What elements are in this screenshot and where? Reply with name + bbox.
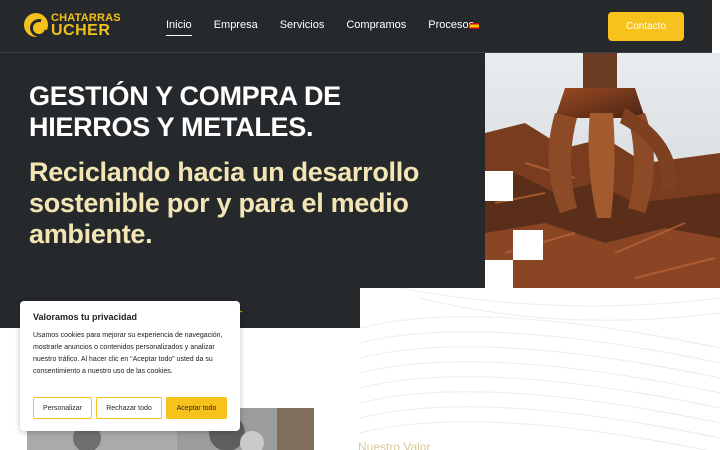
logo-mark-icon bbox=[24, 13, 48, 37]
hero-image bbox=[485, 53, 720, 288]
cookie-title: Valoramos tu privacidad bbox=[33, 312, 138, 322]
logo-line2: UCHER bbox=[51, 22, 111, 39]
customize-button[interactable]: Personalizar bbox=[33, 397, 92, 419]
decorative-wave-lines bbox=[360, 288, 720, 450]
hero-subtitle: Reciclando hacia un desarrollo sostenibl… bbox=[29, 157, 420, 249]
site-header: CHATARRAS UCHER Inicio Empresa Servicios… bbox=[0, 0, 712, 53]
cookie-consent-dialog: Valoramos tu privacidad Usamos cookies p… bbox=[20, 301, 240, 431]
nav-item-servicios[interactable]: Servicios bbox=[280, 19, 325, 36]
main-nav: Inicio Empresa Servicios Compramos Proce… bbox=[166, 19, 496, 36]
nav-item-compramos[interactable]: Compramos bbox=[346, 19, 406, 36]
accept-all-button[interactable]: Aceptar todo bbox=[166, 397, 227, 419]
decor-square bbox=[513, 230, 543, 260]
nav-item-procesos[interactable]: Procesos bbox=[428, 19, 474, 36]
contact-button[interactable]: Contacto bbox=[608, 12, 684, 41]
nav-item-empresa[interactable]: Empresa bbox=[214, 19, 258, 36]
logo[interactable]: CHATARRAS UCHER bbox=[24, 12, 121, 40]
hero-title: GESTIÓN Y COMPRA DE HIERROS Y METALES. bbox=[29, 81, 341, 142]
section-label: Nuestro Valor bbox=[358, 440, 431, 450]
reject-all-button[interactable]: Rechazar todo bbox=[96, 397, 162, 419]
decor-square bbox=[485, 260, 513, 288]
decor-square bbox=[485, 171, 513, 201]
nav-item-inicio[interactable]: Inicio bbox=[166, 19, 192, 36]
spanish-flag-icon[interactable] bbox=[470, 23, 479, 29]
cookie-text: Usamos cookies para mejorar su experienc… bbox=[33, 332, 223, 375]
